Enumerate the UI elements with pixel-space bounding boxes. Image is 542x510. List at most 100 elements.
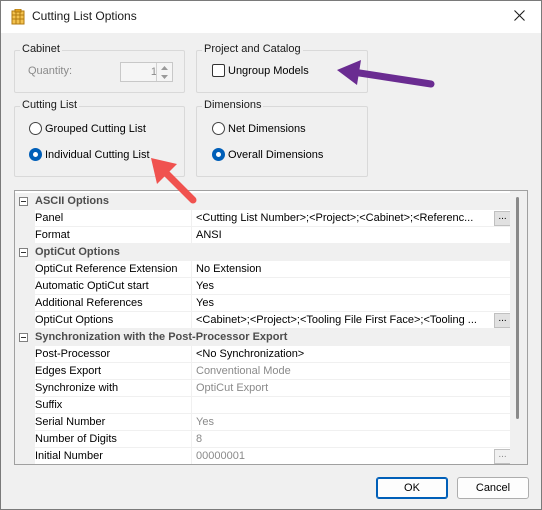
property-value[interactable]: Yes (192, 278, 511, 295)
net-dimensions-radio[interactable]: Net Dimensions (212, 122, 306, 135)
collapse-icon[interactable] (19, 197, 28, 206)
radio-circle-selected[interactable] (29, 148, 42, 161)
property-value[interactable]: ANSI (192, 227, 511, 244)
property-name: Serial Number (35, 414, 192, 431)
row-margin (15, 227, 35, 244)
property-name: Synchronize with (35, 380, 192, 397)
row-margin (15, 210, 35, 227)
cutting-list-group-label: Cutting List (20, 99, 80, 111)
quantity-label: Quantity: (28, 65, 73, 77)
grid-row-automatic-opticut-start[interactable]: Automatic OptiCut start Yes (15, 278, 511, 295)
project-catalog-group-label: Project and Catalog (202, 43, 303, 55)
category-label: Synchronization with the Post-Processor … (35, 331, 288, 343)
property-value: OptiCut Export (192, 380, 511, 397)
grid-row-post-processor[interactable]: Post-Processor <No Synchronization> (15, 346, 511, 363)
dimensions-group-label: Dimensions (202, 99, 264, 111)
checkbox-box[interactable] (212, 64, 225, 77)
spin-down-icon[interactable] (157, 72, 172, 81)
individual-cutting-list-label: Individual Cutting List (45, 148, 150, 161)
property-name: Number of Digits (35, 431, 192, 448)
property-value: 00000001 (192, 448, 511, 464)
dimensions-group (196, 106, 368, 177)
net-dimensions-label: Net Dimensions (228, 122, 306, 135)
row-margin (15, 431, 35, 448)
property-name: Initial Number (35, 448, 192, 464)
ok-button[interactable]: OK (376, 477, 448, 499)
property-value[interactable]: <No Synchronization> (192, 346, 511, 363)
cancel-button[interactable]: Cancel (457, 477, 529, 499)
property-value-text: 00000001 (196, 450, 245, 462)
grid-row-panel[interactable]: Panel <Cutting List Number>;<Project>;<C… (15, 210, 511, 227)
grid-row-format[interactable]: Format ANSI (15, 227, 511, 244)
radio-circle[interactable] (29, 122, 42, 135)
row-margin (15, 295, 35, 312)
close-button[interactable] (497, 1, 541, 32)
quantity-spin[interactable] (156, 63, 172, 81)
ellipsis-button[interactable]: ... (494, 211, 511, 226)
ellipsis-button: ... (494, 449, 511, 464)
grid-scrollbar[interactable] (510, 191, 527, 464)
collapse-icon[interactable] (19, 333, 28, 342)
window-title: Cutting List Options (32, 9, 137, 23)
cutting-list-options-dialog: Cutting List Options Cabinet Quantity: 1… (0, 0, 542, 510)
category-opticut-options[interactable]: OptiCut Options (15, 244, 511, 261)
grid-row-edges-export[interactable]: Edges Export Conventional Mode (15, 363, 511, 380)
quantity-value: 1 (150, 66, 157, 78)
row-margin (15, 312, 35, 329)
row-margin (15, 278, 35, 295)
radio-circle[interactable] (212, 122, 225, 135)
close-icon (513, 9, 525, 24)
row-margin (15, 448, 35, 464)
property-value[interactable]: <Cabinet>;<Project>;<Tooling File First … (192, 312, 511, 329)
overall-dimensions-label: Overall Dimensions (228, 148, 324, 161)
row-margin (15, 346, 35, 363)
cutting-list-app-icon (10, 8, 26, 25)
radio-circle-selected[interactable] (212, 148, 225, 161)
individual-cutting-list-radio[interactable]: Individual Cutting List (29, 148, 150, 161)
category-label: ASCII Options (35, 195, 109, 207)
category-ascii-options[interactable]: ASCII Options (15, 193, 511, 210)
grid-row-synchronize-with[interactable]: Synchronize with OptiCut Export (15, 380, 511, 397)
grid-row-serial-number[interactable]: Serial Number Yes (15, 414, 511, 431)
property-value[interactable]: <Cutting List Number>;<Project>;<Cabinet… (192, 210, 511, 227)
property-name: Panel (35, 210, 192, 227)
property-value[interactable]: Yes (192, 295, 511, 312)
grouped-cutting-list-radio[interactable]: Grouped Cutting List (29, 122, 146, 135)
category-synchronization[interactable]: Synchronization with the Post-Processor … (15, 329, 511, 346)
overall-dimensions-radio[interactable]: Overall Dimensions (212, 148, 323, 161)
property-name: OptiCut Reference Extension (35, 261, 192, 278)
row-margin (15, 380, 35, 397)
options-property-grid[interactable]: ASCII Options Panel <Cutting List Number… (14, 190, 528, 465)
ellipsis-button[interactable]: ... (494, 313, 511, 328)
property-value[interactable]: No Extension (192, 261, 511, 278)
property-name: Automatic OptiCut start (35, 278, 192, 295)
property-name: OptiCut Options (35, 312, 192, 329)
property-value: 8 (192, 431, 511, 448)
grid-row-number-of-digits[interactable]: Number of Digits 8 (15, 431, 511, 448)
quantity-stepper[interactable]: 1 (120, 62, 173, 82)
grid-row-suffix[interactable]: Suffix (15, 397, 511, 414)
row-margin (15, 261, 35, 278)
row-margin (15, 363, 35, 380)
grid-row-initial-number[interactable]: Initial Number 00000001 ... (15, 448, 511, 464)
property-name: Edges Export (35, 363, 192, 380)
property-name: Suffix (35, 397, 192, 414)
property-value-text: <Cabinet>;<Project>;<Tooling File First … (196, 314, 477, 326)
ungroup-models-label: Ungroup Models (228, 64, 309, 77)
property-value: Conventional Mode (192, 363, 511, 380)
title-bar: Cutting List Options (1, 1, 541, 33)
category-label: OptiCut Options (35, 246, 120, 258)
property-name: Additional References (35, 295, 192, 312)
spin-up-icon[interactable] (157, 63, 172, 72)
ungroup-models-checkbox[interactable]: Ungroup Models (212, 64, 309, 77)
grid-row-opticut-reference-extension[interactable]: OptiCut Reference Extension No Extension (15, 261, 511, 278)
grid-row-additional-references[interactable]: Additional References Yes (15, 295, 511, 312)
scrollbar-thumb[interactable] (516, 197, 519, 419)
property-value-text: <Cutting List Number>;<Project>;<Cabinet… (196, 212, 474, 224)
cabinet-group-label: Cabinet (20, 43, 62, 55)
cutting-list-group (14, 106, 185, 177)
grid-row-opticut-options[interactable]: OptiCut Options <Cabinet>;<Project>;<Too… (15, 312, 511, 329)
collapse-icon[interactable] (19, 248, 28, 257)
property-name: Format (35, 227, 192, 244)
ok-button-label: OK (404, 482, 420, 494)
